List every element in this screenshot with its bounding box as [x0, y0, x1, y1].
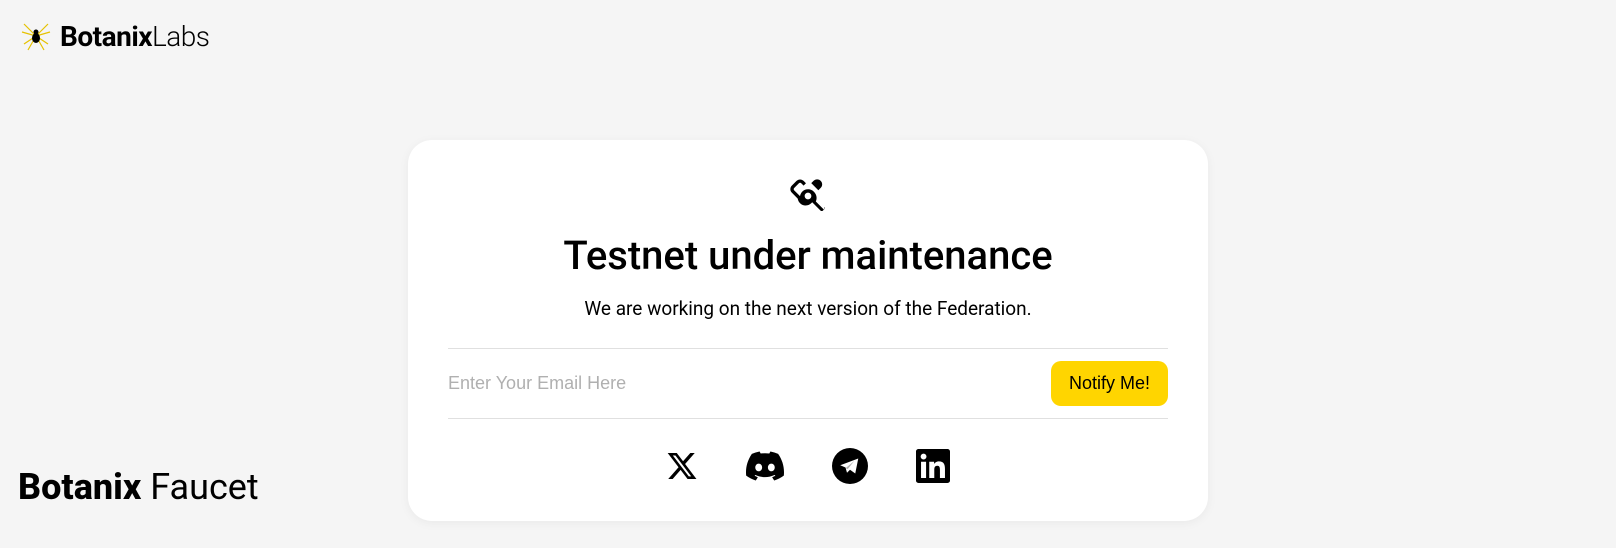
- page-title-light: Faucet: [150, 466, 258, 508]
- notify-button[interactable]: Notify Me!: [1051, 361, 1168, 406]
- logo-brand-bold: Botanix: [60, 20, 152, 53]
- linkedin-icon[interactable]: [916, 449, 950, 483]
- logo-text: BotanixLabs: [60, 20, 209, 53]
- tools-icon: [788, 176, 828, 220]
- discord-icon[interactable]: [746, 447, 784, 485]
- email-input[interactable]: [448, 365, 1051, 402]
- page-title: Botanix Faucet: [18, 466, 259, 508]
- page-title-bold: Botanix: [18, 466, 141, 508]
- card-title: Testnet under maintenance: [448, 232, 1168, 279]
- spider-icon: [18, 18, 54, 54]
- telegram-icon[interactable]: [832, 448, 868, 484]
- card-subtitle: We are working on the next version of th…: [448, 297, 1168, 320]
- social-links: [448, 447, 1168, 485]
- header-logo[interactable]: BotanixLabs: [18, 18, 209, 54]
- x-icon[interactable]: [666, 450, 698, 482]
- logo-brand-light: Labs: [152, 20, 210, 53]
- maintenance-card: Testnet under maintenance We are working…: [408, 140, 1208, 521]
- email-form: Notify Me!: [448, 348, 1168, 419]
